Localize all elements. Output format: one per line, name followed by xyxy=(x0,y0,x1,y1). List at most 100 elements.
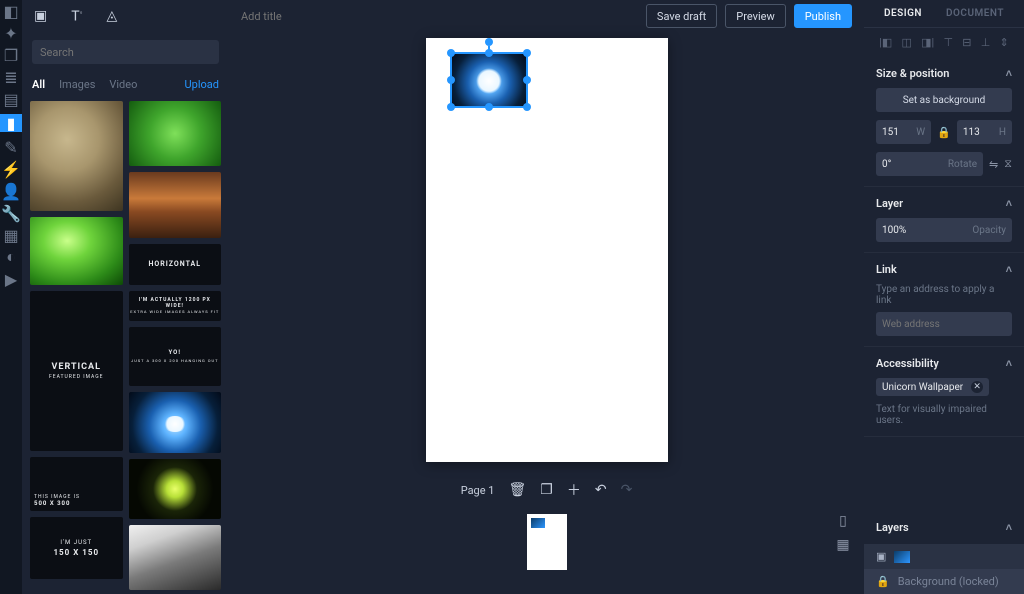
duplicate-page-icon[interactable]: ❐ xyxy=(540,482,553,498)
thumb-leaf[interactable] xyxy=(30,217,123,285)
view-single-icon[interactable]: ▯ xyxy=(834,512,852,530)
align-bottom-icon[interactable]: ⊥ xyxy=(981,36,991,49)
layer-header[interactable]: Layer˄ xyxy=(876,197,1012,210)
right-panel: DESIGN DOCUMENT |◧ ◫ ◨| ⊤ ⊟ ⊥ ⇕ Size & p… xyxy=(864,0,1024,594)
align-right-icon[interactable]: ◨| xyxy=(921,36,934,49)
rail-icon-media[interactable]: ▮ xyxy=(0,114,22,132)
thumb-500x300[interactable]: THIS IMAGE IS 500 X 300 xyxy=(30,457,123,511)
thumb-vertical[interactable]: VERTICAL FEATURED IMAGE xyxy=(30,291,123,451)
thumb-unicorn[interactable] xyxy=(129,392,222,453)
layer-thumb xyxy=(894,551,910,563)
tab-design[interactable]: DESIGN xyxy=(884,8,922,19)
flip-v-icon[interactable]: ⧖ xyxy=(1004,157,1012,171)
resize-handle-ne[interactable] xyxy=(523,49,531,57)
media-search[interactable] xyxy=(32,40,219,64)
align-middle-icon[interactable]: ⊟ xyxy=(962,36,971,49)
layer-background-row[interactable]: 🔒 Background (locked) xyxy=(864,569,1024,594)
thumb-horizontal[interactable]: HORIZONTAL xyxy=(129,244,222,286)
align-left-icon[interactable]: |◧ xyxy=(879,36,892,49)
rail-icon-7[interactable]: ✎ xyxy=(4,140,18,154)
rail-icon-2[interactable]: ✦ xyxy=(4,26,18,40)
redo-icon[interactable]: ↷ xyxy=(621,482,633,498)
rotate-handle[interactable] xyxy=(485,38,493,46)
rail-icon-10[interactable]: 🔧 xyxy=(4,206,18,220)
section-size-position: Size & position˄ Set as background 151W … xyxy=(864,57,1024,187)
layer-image-row[interactable]: ▣ xyxy=(864,544,1024,569)
media-side-panel: All Images Video Upload VERTICAL FEATURE… xyxy=(22,32,229,594)
chevron-up-icon: ˄ xyxy=(1006,67,1012,80)
undo-icon[interactable]: ↶ xyxy=(595,482,607,498)
rail-icon-8[interactable]: ⚡ xyxy=(4,162,18,176)
upload-link[interactable]: Upload xyxy=(185,78,219,91)
view-grid-icon[interactable]: ▦ xyxy=(834,536,852,554)
rail-icon-13[interactable]: ▶ xyxy=(4,272,18,286)
publish-button[interactable]: Publish xyxy=(794,4,852,28)
width-input[interactable]: 151W xyxy=(876,120,931,144)
tab-document[interactable]: DOCUMENT xyxy=(946,8,1004,19)
chevron-up-icon: ˄ xyxy=(1006,197,1012,210)
resize-handle-s[interactable] xyxy=(485,103,493,111)
add-page-icon[interactable]: ＋ xyxy=(567,480,581,500)
align-center-icon[interactable]: ◫ xyxy=(902,36,912,49)
layers-header[interactable]: Layers˄ xyxy=(876,521,1012,534)
rail-icon-9[interactable]: 👤 xyxy=(4,184,18,198)
thumb-triforce[interactable] xyxy=(129,459,222,518)
resize-handle-se[interactable] xyxy=(523,103,531,111)
selected-image[interactable] xyxy=(450,52,528,108)
resize-handle-w[interactable] xyxy=(447,76,455,84)
thumb-glasses[interactable] xyxy=(30,101,123,211)
page-canvas[interactable] xyxy=(426,38,668,462)
thumb-bw[interactable] xyxy=(129,525,222,590)
opacity-input[interactable]: 100%Opacity xyxy=(876,218,1012,242)
align-stretch-icon[interactable]: ⇕ xyxy=(1000,36,1009,49)
top-bar: Save draft Preview Publish xyxy=(229,0,864,32)
alt-text-tag[interactable]: Unicorn Wallpaper✕ xyxy=(876,378,989,396)
thumb-150[interactable]: I'M JUST 150 X 150 xyxy=(30,517,123,579)
title-input[interactable] xyxy=(241,10,638,23)
resize-handle-nw[interactable] xyxy=(447,49,455,57)
size-position-header[interactable]: Size & position˄ xyxy=(876,67,1012,80)
left-tool-rail: ◧ ✦ ❐ ≣ ▤ ▮ ✎ ⚡ 👤 🔧 ▦ ◐ ▶ xyxy=(0,0,22,594)
resize-handle-e[interactable] xyxy=(523,76,531,84)
rail-icon-4[interactable]: ≣ xyxy=(4,70,18,84)
text-tool-icon[interactable]: T◦ xyxy=(71,8,82,25)
flip-h-icon[interactable]: ⇋ xyxy=(989,158,998,171)
thumb-yo[interactable]: YO! JUST A 300 X 200 HANGING OUT xyxy=(129,327,222,386)
shape-tool-icon[interactable]: ◬ xyxy=(106,8,117,24)
rail-icon-11[interactable]: ▦ xyxy=(4,228,18,242)
section-link: Link˄ Type an address to apply a link xyxy=(864,253,1024,347)
section-accessibility: Accessibility˄ Unicorn Wallpaper✕ Text f… xyxy=(864,347,1024,437)
layer-bg-label: Background (locked) xyxy=(898,575,999,588)
thumb-1200[interactable]: I'M ACTUALLY 1200 PX WIDE! EXTRA WIDE IM… xyxy=(129,291,222,321)
rail-icon-3[interactable]: ❐ xyxy=(4,48,18,62)
rail-icon-5[interactable]: ▤ xyxy=(4,92,18,106)
preview-button[interactable]: Preview xyxy=(725,4,785,28)
tab-video[interactable]: Video xyxy=(109,78,137,91)
remove-tag-icon[interactable]: ✕ xyxy=(971,381,983,393)
thumb-fern[interactable] xyxy=(129,101,222,166)
media-grid: VERTICAL FEATURED IMAGE THIS IMAGE IS 50… xyxy=(22,97,229,594)
chevron-up-icon: ˄ xyxy=(1006,263,1012,276)
section-layers: Layers˄ ▣ 🔒 Background (locked) xyxy=(864,511,1024,594)
link-header[interactable]: Link˄ xyxy=(876,263,1012,276)
lock-aspect-icon[interactable]: 🔒 xyxy=(937,126,951,139)
link-input[interactable] xyxy=(876,312,1012,336)
height-input[interactable]: 113H xyxy=(957,120,1012,144)
rail-icon-1[interactable]: ◧ xyxy=(4,4,18,18)
resize-handle-n[interactable] xyxy=(485,49,493,57)
thumb-wood[interactable] xyxy=(129,172,222,237)
rotation-input[interactable]: 0°Rotate xyxy=(876,152,983,176)
delete-page-icon[interactable]: 🗑 xyxy=(508,482,526,498)
rail-icon-12[interactable]: ◐ xyxy=(4,250,18,264)
tab-all[interactable]: All xyxy=(32,78,45,91)
page-thumbnail[interactable] xyxy=(527,514,567,570)
align-top-icon[interactable]: ⊤ xyxy=(943,36,953,49)
media-search-input[interactable] xyxy=(40,46,211,59)
set-background-button[interactable]: Set as background xyxy=(876,88,1012,112)
accessibility-header[interactable]: Accessibility˄ xyxy=(876,357,1012,370)
resize-handle-sw[interactable] xyxy=(447,103,455,111)
align-row: |◧ ◫ ◨| ⊤ ⊟ ⊥ ⇕ xyxy=(864,28,1024,57)
image-tool-icon[interactable]: ▣ xyxy=(34,8,47,24)
save-draft-button[interactable]: Save draft xyxy=(646,4,717,28)
tab-images[interactable]: Images xyxy=(59,78,95,91)
